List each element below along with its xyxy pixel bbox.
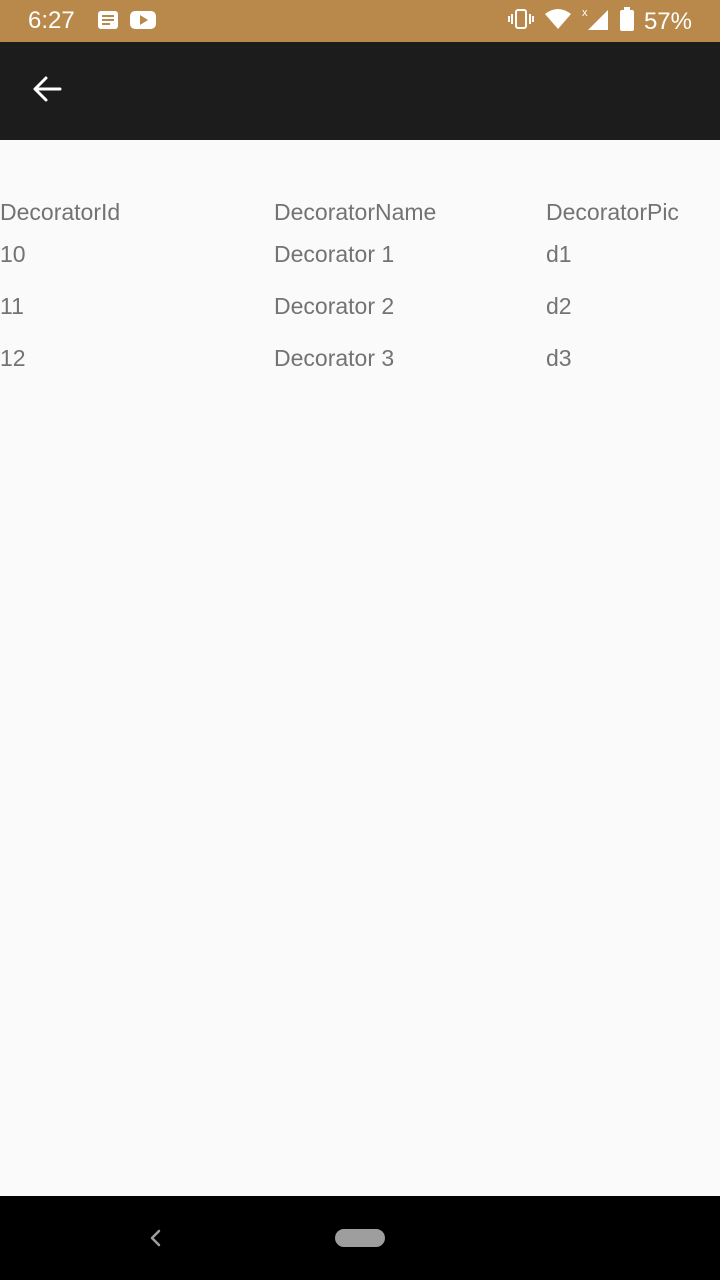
app-bar bbox=[0, 42, 720, 140]
navigation-bar bbox=[0, 1196, 720, 1280]
decorator-pic-cell: d1 bbox=[546, 241, 572, 267]
table-row: 12 Decorator 3 d3 bbox=[0, 342, 720, 394]
back-button[interactable] bbox=[18, 62, 76, 120]
decorator-id-cell: 12 bbox=[0, 345, 26, 371]
decorator-id-cell: 11 bbox=[0, 293, 24, 319]
table-row: 11 Decorator 2 d2 bbox=[0, 290, 720, 342]
decorator-id-cell: 10 bbox=[0, 241, 26, 267]
battery-icon bbox=[619, 7, 634, 36]
decorator-name-cell: Decorator 2 bbox=[274, 293, 395, 319]
content-area: DecoratorId DecoratorName DecoratorPic 1… bbox=[0, 140, 720, 1196]
status-left-icons bbox=[97, 10, 157, 35]
vibrate-icon bbox=[507, 8, 534, 35]
table-header-row: DecoratorId DecoratorName DecoratorPic bbox=[0, 194, 720, 238]
svg-text:x: x bbox=[582, 7, 588, 19]
arrow-left-icon bbox=[32, 74, 62, 109]
status-time: 6:27 bbox=[28, 7, 75, 34]
decorator-pic-cell: d3 bbox=[546, 345, 572, 371]
message-icon bbox=[97, 10, 119, 35]
chevron-left-icon[interactable] bbox=[140, 1222, 172, 1254]
table-row: 10 Decorator 1 d1 bbox=[0, 238, 720, 290]
youtube-icon bbox=[129, 10, 157, 35]
column-header: DecoratorName bbox=[274, 199, 437, 225]
status-bar: 6:27 x 57% bbox=[0, 0, 720, 42]
decorator-table: DecoratorId DecoratorName DecoratorPic 1… bbox=[0, 194, 720, 394]
decorator-name-cell: Decorator 1 bbox=[274, 241, 395, 267]
battery-percentage: 57% bbox=[643, 7, 692, 35]
wifi-icon bbox=[544, 8, 572, 35]
home-pill-icon[interactable] bbox=[335, 1229, 385, 1247]
signal-icon: x bbox=[582, 6, 610, 37]
status-right-icons: x 57% bbox=[507, 6, 692, 37]
decorator-name-cell: Decorator 3 bbox=[274, 345, 395, 371]
decorator-pic-cell: d2 bbox=[546, 293, 572, 319]
column-header: DecoratorId bbox=[0, 199, 121, 225]
column-header: DecoratorPic bbox=[546, 199, 679, 225]
